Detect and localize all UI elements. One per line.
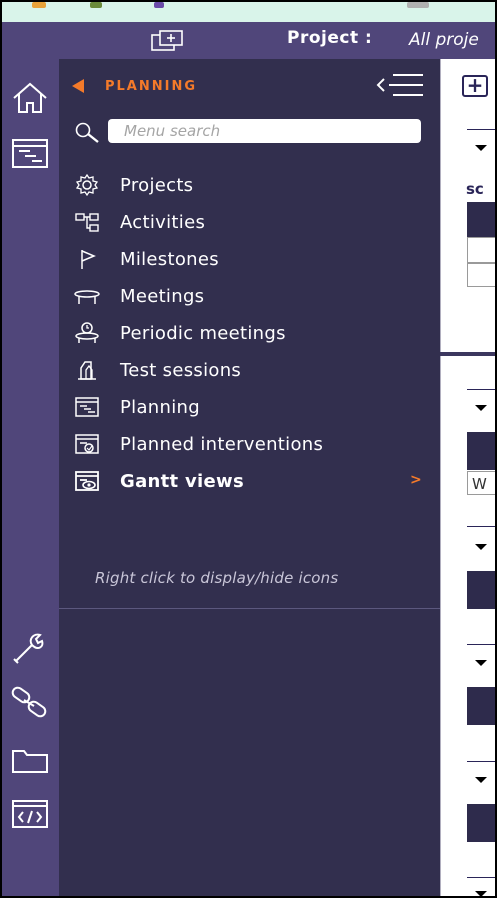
caret-down-icon[interactable] <box>475 405 487 411</box>
menu-hint: Right click to display/hide icons <box>95 569 339 587</box>
table-header <box>467 202 495 237</box>
wrench-icon[interactable] <box>10 631 50 665</box>
section-label: sc <box>466 180 484 198</box>
project-label: Project : <box>287 28 373 48</box>
menu-item-meetings[interactable]: Meetings <box>59 278 440 315</box>
table-header <box>467 432 495 470</box>
test-flask-icon <box>78 361 96 380</box>
section-divider <box>467 129 495 130</box>
menu-item-planning[interactable]: Planning <box>59 389 440 426</box>
caret-down-icon[interactable] <box>475 777 487 783</box>
section-separator <box>440 352 495 356</box>
table-row[interactable] <box>467 263 495 287</box>
gantt-view-icon <box>75 471 99 491</box>
table-header <box>467 804 495 842</box>
icon-rail <box>2 59 59 896</box>
folder-icon[interactable] <box>10 743 50 777</box>
table-cell: W <box>472 475 487 493</box>
browser-favicon <box>407 2 429 8</box>
menu-item-label: Gantt views <box>120 471 244 492</box>
menu-item-projects[interactable]: Projects <box>59 167 440 204</box>
collapse-menu-icon[interactable] <box>375 72 427 98</box>
menu-item-milestones[interactable]: Milestones <box>59 241 440 278</box>
search-icon <box>75 122 99 143</box>
browser-strip <box>2 2 495 22</box>
caret-down-icon[interactable] <box>475 544 487 550</box>
planning-menu: PLANNING Projects <box>59 59 440 896</box>
menu-item-label: Meetings <box>120 286 205 307</box>
top-bar: Project : All proje <box>2 22 495 59</box>
project-selector[interactable]: All proje <box>409 30 479 50</box>
menu-item-label: Test sessions <box>120 360 242 381</box>
flag-icon <box>81 250 96 269</box>
planning-icon <box>75 397 99 417</box>
menu-item-periodic-meetings[interactable]: Periodic meetings <box>59 315 440 352</box>
menu-item-test-sessions[interactable]: Test sessions <box>59 352 440 389</box>
back-arrow-icon[interactable] <box>72 79 84 93</box>
planning-icon[interactable] <box>10 137 50 171</box>
submenu-arrow-icon: > <box>410 472 422 488</box>
activities-tree-icon <box>75 213 99 232</box>
caret-down-icon[interactable] <box>475 145 487 151</box>
menu-item-label: Planned interventions <box>120 434 324 455</box>
menu-title: PLANNING <box>105 79 198 94</box>
browser-favicon <box>90 2 102 8</box>
main-content: + sc W <box>440 59 495 896</box>
menu-item-gantt-views[interactable]: Gantt views > <box>59 463 440 500</box>
new-window-icon[interactable] <box>150 30 188 52</box>
section-divider <box>467 526 495 527</box>
menu-item-label: Activities <box>120 212 206 233</box>
menu-item-label: Periodic meetings <box>120 323 286 344</box>
menu-search-input[interactable] <box>108 119 421 143</box>
planned-intervention-icon <box>75 434 99 454</box>
menu-item-planned-interventions[interactable]: Planned interventions <box>59 426 440 463</box>
periodic-meeting-icon <box>75 322 99 343</box>
menu-item-label: Planning <box>120 397 200 418</box>
content-border <box>440 59 441 896</box>
caret-down-icon[interactable] <box>475 660 487 666</box>
table-header <box>467 571 495 609</box>
section-divider <box>467 389 495 390</box>
gear-icon <box>75 173 99 197</box>
section-divider <box>467 877 495 878</box>
table-row[interactable] <box>467 237 495 263</box>
menu-header: PLANNING <box>59 59 440 111</box>
menu-divider <box>59 608 440 609</box>
menu-item-activities[interactable]: Activities <box>59 204 440 241</box>
section-divider <box>467 644 495 645</box>
caret-down-icon[interactable] <box>475 891 487 896</box>
code-icon[interactable] <box>10 797 50 831</box>
app-window: Project : All proje PLANNING Menu search… <box>0 0 497 898</box>
browser-favicon <box>154 2 164 8</box>
menu-item-label: Milestones <box>120 249 219 270</box>
link-icon[interactable] <box>10 686 50 720</box>
browser-favicon <box>32 2 46 8</box>
table-header <box>467 687 495 725</box>
meeting-table-icon <box>74 290 100 304</box>
home-icon[interactable] <box>10 81 50 115</box>
section-divider <box>467 761 495 762</box>
add-button[interactable]: + <box>462 75 488 97</box>
menu-item-label: Projects <box>120 175 194 196</box>
